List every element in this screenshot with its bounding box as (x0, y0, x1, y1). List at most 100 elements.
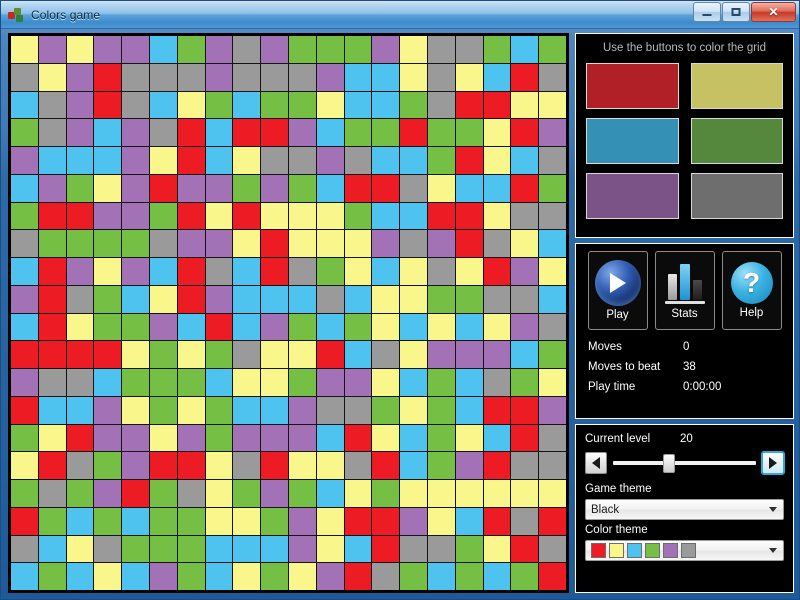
grid-cell[interactable] (344, 507, 372, 535)
grid-cell[interactable] (261, 36, 288, 63)
grid-cell[interactable] (11, 63, 38, 91)
grid-cell[interactable] (261, 563, 288, 590)
grid-cell[interactable] (400, 230, 427, 257)
grid-cell[interactable] (261, 230, 288, 257)
grid-cell[interactable] (427, 230, 455, 257)
grid-cell[interactable] (344, 452, 372, 479)
grid-cell[interactable] (455, 563, 483, 590)
grid-cell[interactable] (66, 452, 94, 479)
grid-cell[interactable] (11, 313, 38, 341)
grid-cell[interactable] (316, 63, 344, 91)
grid-cell[interactable] (539, 230, 566, 257)
grid-cell[interactable] (539, 313, 566, 341)
grid-cell[interactable] (38, 480, 66, 507)
grid-cell[interactable] (205, 396, 233, 424)
grid-cell[interactable] (94, 63, 122, 91)
grid-cell[interactable] (483, 36, 511, 63)
grid-cell[interactable] (288, 424, 316, 452)
grid-cell[interactable] (455, 452, 483, 479)
grid-cell[interactable] (400, 119, 427, 146)
grid-cell[interactable] (288, 369, 316, 396)
grid-cell[interactable] (316, 258, 344, 285)
grid-cell[interactable] (344, 563, 372, 590)
grid-cell[interactable] (205, 507, 233, 535)
grid-cell[interactable] (483, 119, 511, 146)
grid-cell[interactable] (455, 507, 483, 535)
grid-cell[interactable] (233, 313, 261, 341)
grid-cell[interactable] (427, 91, 455, 119)
grid-cell[interactable] (122, 36, 149, 63)
grid-cell[interactable] (372, 258, 400, 285)
grid-cell[interactable] (66, 174, 94, 202)
maximize-button[interactable] (722, 2, 750, 22)
grid-cell[interactable] (372, 480, 400, 507)
grid-cell[interactable] (122, 258, 149, 285)
grid-cell[interactable] (233, 396, 261, 424)
grid-cell[interactable] (149, 91, 177, 119)
grid-cell[interactable] (261, 147, 288, 174)
grid-cell[interactable] (400, 563, 427, 590)
grid-cell[interactable] (316, 36, 344, 63)
grid-cell[interactable] (427, 424, 455, 452)
grid-cell[interactable] (372, 63, 400, 91)
grid-cell[interactable] (288, 36, 316, 63)
grid-cell[interactable] (11, 369, 38, 396)
grid-cell[interactable] (316, 452, 344, 479)
grid-cell[interactable] (372, 147, 400, 174)
grid-cell[interactable] (94, 313, 122, 341)
grid-cell[interactable] (11, 563, 38, 590)
grid-cell[interactable] (372, 230, 400, 257)
grid-cell[interactable] (288, 147, 316, 174)
grid-cell[interactable] (539, 147, 566, 174)
grid-cell[interactable] (511, 341, 539, 368)
grid-cell[interactable] (205, 452, 233, 479)
grid-cell[interactable] (233, 202, 261, 230)
grid-cell[interactable] (483, 452, 511, 479)
grid-cell[interactable] (205, 341, 233, 368)
grid-cell[interactable] (122, 202, 149, 230)
grid-cell[interactable] (539, 341, 566, 368)
grid-cell[interactable] (483, 285, 511, 313)
grid-cell[interactable] (66, 563, 94, 590)
grid-cell[interactable] (177, 313, 205, 341)
grid-cell[interactable] (427, 258, 455, 285)
grid-cell[interactable] (372, 563, 400, 590)
grid-cell[interactable] (122, 507, 149, 535)
grid-cell[interactable] (122, 91, 149, 119)
grid-cell[interactable] (372, 396, 400, 424)
grid-cell[interactable] (11, 147, 38, 174)
grid-cell[interactable] (344, 147, 372, 174)
grid-cell[interactable] (66, 313, 94, 341)
grid-cell[interactable] (400, 202, 427, 230)
grid-cell[interactable] (288, 258, 316, 285)
color-buttons-grid[interactable] (586, 63, 783, 219)
grid-cell[interactable] (11, 507, 38, 535)
grid-cell[interactable] (261, 313, 288, 341)
grid-cell[interactable] (316, 313, 344, 341)
grid-cell[interactable] (511, 63, 539, 91)
grid-cell[interactable] (122, 174, 149, 202)
grid-cell[interactable] (427, 313, 455, 341)
grid-cell[interactable] (455, 202, 483, 230)
grid-cell[interactable] (66, 258, 94, 285)
grid-cell[interactable] (455, 369, 483, 396)
grid-cell[interactable] (177, 396, 205, 424)
grid-cell[interactable] (483, 258, 511, 285)
grid-cell[interactable] (122, 285, 149, 313)
grid-cell[interactable] (205, 313, 233, 341)
grid-cell[interactable] (539, 396, 566, 424)
grid-cell[interactable] (261, 396, 288, 424)
grid-cell[interactable] (511, 258, 539, 285)
grid-cell[interactable] (372, 507, 400, 535)
grid-cell[interactable] (539, 563, 566, 590)
grid-cell[interactable] (427, 202, 455, 230)
grid-cell[interactable] (288, 396, 316, 424)
grid-cell[interactable] (455, 36, 483, 63)
grid-cell[interactable] (177, 147, 205, 174)
grid-cell[interactable] (344, 369, 372, 396)
grid-cell[interactable] (372, 369, 400, 396)
grid-cell[interactable] (511, 313, 539, 341)
grid-cell[interactable] (94, 563, 122, 590)
grid-cell[interactable] (38, 258, 66, 285)
grid-cell[interactable] (539, 535, 566, 563)
